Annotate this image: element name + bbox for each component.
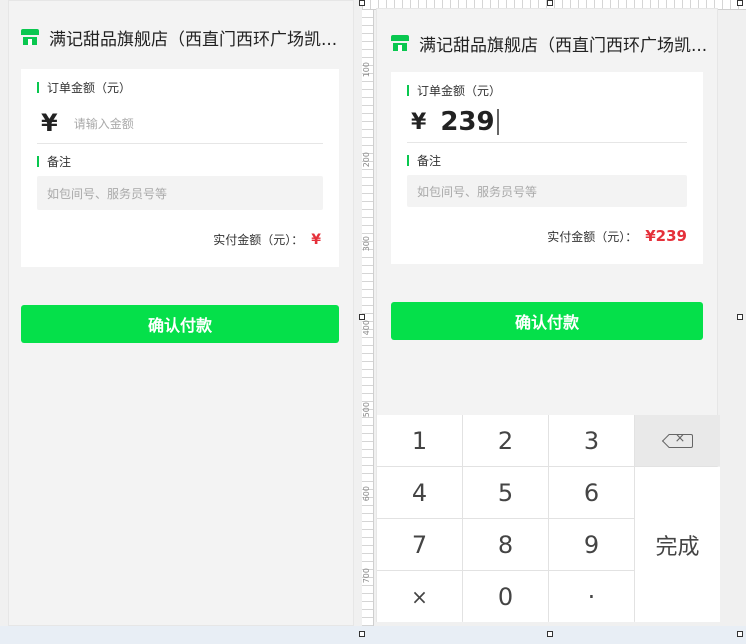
key-clear[interactable]: × xyxy=(377,571,462,622)
amount-input[interactable]: ¥ 请输入金额 xyxy=(37,103,323,143)
paid-amount-value: ¥ xyxy=(311,231,321,248)
label-accent-bar xyxy=(37,156,39,167)
divider xyxy=(407,142,687,143)
paid-amount-value: ¥239 xyxy=(645,227,687,245)
label-accent-bar xyxy=(407,85,409,96)
done-key[interactable]: 完成 xyxy=(635,467,720,622)
key-dot[interactable]: · xyxy=(549,571,634,622)
ruler-mark: 300 xyxy=(362,236,371,252)
resize-handle[interactable] xyxy=(359,0,365,6)
key-9[interactable]: 9 xyxy=(549,519,634,570)
paid-amount-row: 实付金额（元）： ¥ xyxy=(213,231,321,248)
store-name: 满记甜品旗舰店（西直门西环广场凯... xyxy=(419,35,708,56)
resize-handle[interactable] xyxy=(737,0,743,6)
canvas-background xyxy=(0,626,746,644)
resize-handle[interactable] xyxy=(737,631,743,637)
order-card: 订单金额（元） ¥ 请输入金额 备注 如包间号、服务员号等 实付金额（元）： ¥ xyxy=(21,69,339,267)
order-card: 订单金额（元） ¥ 239 备注 如包间号、服务员号等 实付金额（元）： ¥23… xyxy=(391,72,703,264)
confirm-payment-button[interactable]: 确认付款 xyxy=(391,302,703,340)
paid-amount-label: 实付金额（元）： xyxy=(547,229,638,244)
resize-handle[interactable] xyxy=(359,314,365,320)
note-placeholder: 如包间号、服务员号等 xyxy=(47,186,168,201)
amount-label: 订单金额（元） xyxy=(417,84,502,98)
resize-handle[interactable] xyxy=(547,631,553,637)
store-header: 满记甜品旗舰店（西直门西环广场凯... xyxy=(21,19,351,55)
note-placeholder: 如包间号、服务员号等 xyxy=(417,184,538,199)
key-0[interactable]: 0 xyxy=(463,571,548,622)
store-name: 满记甜品旗舰店（西直门西环广场凯... xyxy=(49,29,338,50)
ruler-mark: 600 xyxy=(362,486,371,502)
key-4[interactable]: 4 xyxy=(377,467,462,518)
key-3[interactable]: 3 xyxy=(549,415,634,466)
numeric-keypad: 1 2 3 × 4 5 6 完成 7 8 9 × 0 · xyxy=(377,415,720,622)
currency-symbol: ¥ xyxy=(411,109,427,135)
delete-key[interactable]: × xyxy=(635,415,720,466)
label-accent-bar xyxy=(37,82,39,93)
note-section-label: 备注 xyxy=(407,152,441,169)
key-6[interactable]: 6 xyxy=(549,467,634,518)
resize-handle[interactable] xyxy=(359,631,365,637)
key-5[interactable]: 5 xyxy=(463,467,548,518)
amount-placeholder: 请输入金额 xyxy=(73,116,134,131)
divider xyxy=(37,143,323,144)
backspace-icon: × xyxy=(661,431,693,448)
payment-screen-filled: 满记甜品旗舰店（西直门西环广场凯... 订单金额（元） ¥ 239 备注 如包间… xyxy=(376,8,720,622)
amount-label: 订单金额（元） xyxy=(47,81,132,95)
amount-section-label: 订单金额（元） xyxy=(37,79,131,96)
note-label: 备注 xyxy=(417,154,442,168)
amount-section-label: 订单金额（元） xyxy=(407,82,501,99)
paid-amount-label: 实付金额（元）： xyxy=(213,233,304,247)
ruler-mark: 100 xyxy=(362,62,371,78)
store-icon xyxy=(21,29,39,45)
key-8[interactable]: 8 xyxy=(463,519,548,570)
currency-symbol: ¥ xyxy=(41,109,58,137)
note-section-label: 备注 xyxy=(37,153,71,170)
amount-value: 239 xyxy=(440,107,495,137)
ruler-mark: 700 xyxy=(362,568,371,584)
resize-handle[interactable] xyxy=(737,314,743,320)
note-input[interactable]: 如包间号、服务员号等 xyxy=(407,175,687,207)
ruler-mark: 200 xyxy=(362,152,371,168)
label-accent-bar xyxy=(407,155,409,166)
payment-screen-empty: 满记甜品旗舰店（西直门西环广场凯... 订单金额（元） ¥ 请输入金额 备注 如… xyxy=(8,0,354,626)
paid-amount-row: 实付金额（元）： ¥239 xyxy=(547,227,687,245)
text-caret xyxy=(496,109,499,135)
store-header: 满记甜品旗舰店（西直门西环广场凯... xyxy=(391,25,711,61)
note-input[interactable]: 如包间号、服务员号等 xyxy=(37,176,323,210)
key-7[interactable]: 7 xyxy=(377,519,462,570)
confirm-payment-button[interactable]: 确认付款 xyxy=(21,305,339,343)
key-2[interactable]: 2 xyxy=(463,415,548,466)
ruler-mark: 500 xyxy=(362,402,371,418)
amount-input[interactable]: ¥ 239 xyxy=(407,102,687,142)
ruler-mark: 400 xyxy=(362,320,371,336)
note-label: 备注 xyxy=(47,155,72,169)
store-icon xyxy=(391,35,409,51)
key-1[interactable]: 1 xyxy=(377,415,462,466)
resize-handle[interactable] xyxy=(547,0,553,6)
